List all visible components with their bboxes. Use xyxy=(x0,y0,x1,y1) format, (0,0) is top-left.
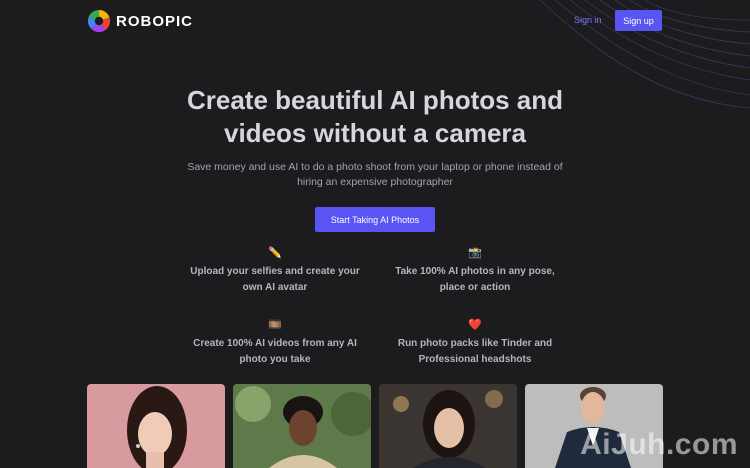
feature-text: Create 100% AI videos from any AI photo … xyxy=(175,336,375,368)
feature-text: Take 100% AI photos in any pose, place o… xyxy=(375,264,575,296)
feature-line-1: Run photo packs like Tinder and xyxy=(397,338,553,349)
feature-ai-videos: 🎞️ Create 100% AI videos from any AI pho… xyxy=(175,318,375,368)
feature-line-2: Professional headshots xyxy=(418,354,532,365)
hero-title-line-1: Create beautiful AI photos and xyxy=(186,85,564,115)
feature-line-1: Upload your selfies and create your xyxy=(190,266,360,277)
sign-in-link[interactable]: Sign in xyxy=(574,15,602,25)
feature-line-2: photo you take xyxy=(239,354,311,365)
brand-logo[interactable]: ROBOPIC xyxy=(88,10,193,32)
feature-photo-packs: ❤️ Run photo packs like Tinder and Profe… xyxy=(375,318,575,368)
watermark-text: AiJuh.com xyxy=(580,428,738,461)
film-icon: 🎞️ xyxy=(268,319,282,331)
feature-line-1: Take 100% AI photos in any pose, xyxy=(395,266,555,277)
hero-subtitle: Save money and use AI to do a photo shoo… xyxy=(170,160,580,190)
feature-line-2: own AI avatar xyxy=(242,282,308,293)
feature-ai-photos: 📸 Take 100% AI photos in any pose, place… xyxy=(375,246,575,296)
feature-text: Upload your selfies and create your own … xyxy=(175,264,375,296)
sample-photo-gallery xyxy=(87,384,663,468)
feature-line-1: Create 100% AI videos from any AI xyxy=(193,338,357,349)
hero-subtitle-line-2: hiring an expensive photographer xyxy=(297,176,453,188)
sign-up-button[interactable]: Sign up xyxy=(615,10,662,31)
top-navigation: ROBOPIC Sign in Sign up xyxy=(0,0,750,42)
sample-photo-woman-business[interactable] xyxy=(379,384,517,468)
start-taking-ai-photos-button[interactable]: Start Taking AI Photos xyxy=(315,207,435,232)
feature-line-2: place or action xyxy=(439,282,511,293)
heart-icon: ❤️ xyxy=(468,319,482,331)
feature-text: Run photo packs like Tinder and Professi… xyxy=(375,336,575,368)
hero-title: Create beautiful AI photos and videos wi… xyxy=(0,84,750,150)
robopic-logo-icon xyxy=(88,10,110,32)
pencil-icon: ✏️ xyxy=(268,247,282,259)
sample-photo-man-outdoor[interactable] xyxy=(233,384,371,468)
brand-name: ROBOPIC xyxy=(116,12,194,30)
hero-subtitle-line-1: Save money and use AI to do a photo shoo… xyxy=(187,161,563,173)
hero-title-line-2: videos without a camera xyxy=(224,118,526,148)
sample-photo-woman-pink[interactable] xyxy=(87,384,225,468)
feature-upload-selfies: ✏️ Upload your selfies and create your o… xyxy=(175,246,375,296)
camera-icon: 📸 xyxy=(468,247,482,259)
